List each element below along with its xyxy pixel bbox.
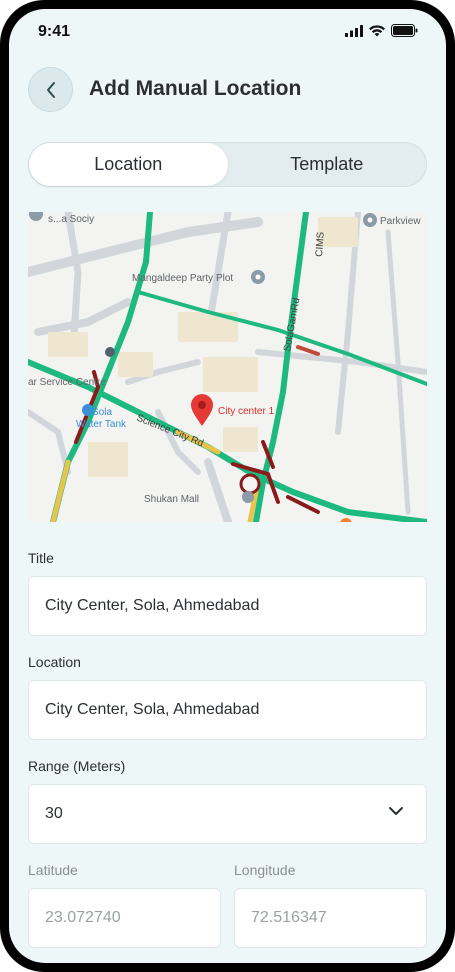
map-label-service-centre: ar Service Centre	[28, 377, 106, 388]
map-label-science-city: Science City Rd	[135, 413, 205, 450]
range-value: 30	[45, 805, 63, 822]
map-label-cims: CIMS	[314, 231, 327, 257]
map-label-sola-road: SolaGamRd	[282, 297, 302, 353]
map-label-party-plot: Mangaldeep Party Plot	[132, 273, 233, 284]
map-label-top-left: s...a Sociy	[48, 214, 94, 225]
app-screen: 9:41 Add Manual Location Location Templa…	[9, 9, 446, 963]
status-icons	[345, 24, 418, 37]
latitude-value: 23.072740	[45, 909, 121, 926]
status-bar: 9:41	[9, 9, 446, 55]
header: Add Manual Location	[9, 67, 446, 113]
location-value: City Center, Sola, Ahmedabad	[45, 701, 260, 718]
status-time: 9:41	[38, 23, 71, 40]
longitude-value: 72.516347	[251, 909, 327, 926]
title-value: City Center, Sola, Ahmedabad	[45, 597, 260, 614]
chevron-down-icon	[389, 807, 403, 815]
map-view[interactable]: s...a Sociy Mangaldeep Party Plot Parkvi…	[28, 212, 427, 522]
location-pin-icon[interactable]	[191, 394, 213, 426]
chevron-left-icon	[46, 81, 55, 98]
map-marker-label: City center 1	[218, 406, 275, 417]
title-field[interactable]: City Center, Sola, Ahmedabad	[28, 576, 427, 636]
range-select[interactable]: 30	[28, 784, 427, 844]
cellular-signal-icon	[345, 24, 363, 37]
back-button[interactable]	[28, 67, 73, 112]
location-label: Location	[28, 654, 81, 670]
tab-template[interactable]: Template	[228, 143, 427, 186]
map-label-parkview: Parkview	[380, 216, 421, 227]
latitude-field[interactable]: 23.072740	[28, 888, 221, 948]
longitude-field[interactable]: 72.516347	[234, 888, 427, 948]
wifi-icon	[369, 24, 385, 36]
longitude-label: Longitude	[234, 862, 296, 878]
segmented-control: Location Template	[28, 142, 427, 187]
range-label: Range (Meters)	[28, 758, 126, 774]
phone-frame: 9:41 Add Manual Location Location Templa…	[0, 0, 455, 972]
map-label-shukan-mall: Shukan Mall	[144, 494, 199, 505]
battery-icon	[391, 24, 418, 37]
map-label-water-tank: Water Tank	[76, 419, 127, 430]
map-label-sola: Sola	[92, 407, 112, 418]
title-label: Title	[28, 550, 54, 566]
tab-location[interactable]: Location	[29, 143, 228, 186]
location-field[interactable]: City Center, Sola, Ahmedabad	[28, 680, 427, 740]
latitude-label: Latitude	[28, 862, 78, 878]
page-title: Add Manual Location	[89, 77, 302, 100]
